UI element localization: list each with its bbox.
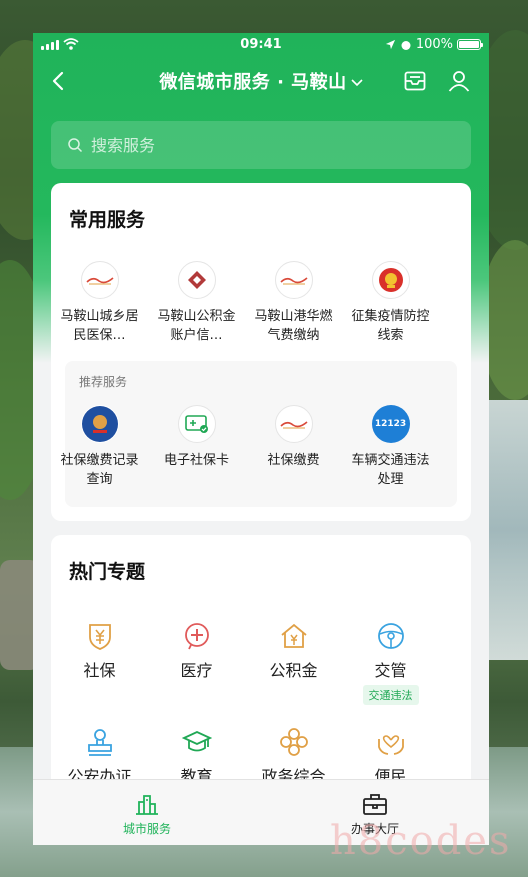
search-bar[interactable] — [51, 121, 471, 169]
topic-police-certificates[interactable]: 公安办证 — [51, 727, 148, 787]
graduation-cap-icon — [181, 731, 212, 752]
recommended-services: 推荐服务 社保缴费记录查询 电子社保卡 社保缴费 12123 车辆交通违法处理 — [60, 361, 457, 507]
service-gas-payment[interactable]: 马鞍山港华燃气费缴纳 — [245, 261, 342, 345]
section-title-hot: 热门专题 — [69, 561, 146, 583]
ma-anshan-logo-icon — [274, 405, 313, 443]
tax-bureau-icon — [80, 405, 119, 443]
topic-traffic[interactable]: 交管 交通违法 — [342, 621, 439, 705]
traffic-12123-icon: 12123 — [371, 405, 410, 443]
service-social-security-records[interactable]: 社保缴费记录查询 — [51, 405, 148, 489]
topic-government-affairs[interactable]: 政务综合 — [245, 727, 342, 787]
topic-convenience[interactable]: 便民 — [342, 727, 439, 787]
topic-medical[interactable]: 医疗 — [148, 621, 245, 705]
battery-icon — [457, 39, 483, 50]
tab-city-services[interactable]: 城市服务 — [33, 780, 261, 845]
location-arrow-icon — [385, 39, 395, 50]
navigation-bar: 微信城市服务 · 马鞍山 — [33, 59, 489, 103]
service-epidemic-tips[interactable]: 征集疫情防控线索 — [342, 261, 439, 345]
topic-housing-fund[interactable]: 公积金 — [245, 621, 342, 705]
battery-percent: 100% — [415, 37, 453, 52]
topic-education[interactable]: 教育 — [148, 727, 245, 787]
housing-fund-logo-icon — [177, 261, 216, 299]
status-bar: 09:41 100% — [33, 33, 489, 57]
service-traffic-violation[interactable]: 12123 车辆交通违法处理 — [342, 405, 439, 489]
common-services-card: 常用服务 马鞍山城乡居民医保… 马鞍山公积金账户信… 马鞍山港华燃气费缴纳 征集… — [51, 183, 471, 521]
social-security-icon — [88, 624, 111, 650]
city-selector[interactable]: 微信城市服务 · 马鞍山 — [143, 68, 379, 94]
stamp-icon — [87, 729, 112, 756]
hands-heart-icon — [377, 735, 404, 755]
inbox-icon[interactable] — [403, 69, 427, 93]
briefcase-icon — [363, 794, 387, 815]
service-housing-fund-account[interactable]: 马鞍山公积金账户信… — [148, 261, 245, 345]
search-icon — [68, 138, 83, 153]
chevron-down-icon — [351, 79, 363, 87]
traffic-violation-tag[interactable]: 交通违法 — [362, 685, 419, 705]
topic-social-security[interactable]: 社保 — [51, 621, 148, 705]
national-emblem-icon — [371, 261, 410, 299]
ma-anshan-logo-icon — [274, 261, 313, 299]
page-title: 微信城市服务 · 马鞍山 — [159, 72, 347, 93]
medical-icon — [184, 623, 209, 650]
ma-anshan-logo-icon — [80, 261, 119, 299]
city-icon — [136, 795, 158, 815]
service-medical-insurance[interactable]: 马鞍山城乡居民医保… — [51, 261, 148, 345]
housing-icon — [280, 623, 307, 648]
user-icon[interactable] — [447, 69, 471, 93]
watermark: h8codes — [330, 818, 512, 864]
recommended-title: 推荐服务 — [79, 375, 128, 389]
steering-wheel-icon — [377, 623, 404, 649]
section-title-common: 常用服务 — [69, 209, 146, 231]
tab-label-city: 城市服务 — [122, 822, 171, 836]
back-arrow-icon[interactable] — [47, 69, 71, 93]
service-e-social-card[interactable]: 电子社保卡 — [148, 405, 245, 489]
social-card-icon — [177, 405, 216, 443]
service-social-security-payment[interactable]: 社保缴费 — [245, 405, 342, 489]
search-input[interactable] — [91, 135, 391, 155]
alarm-icon — [401, 40, 411, 50]
government-icon — [279, 728, 308, 756]
phone-screen: 09:41 100% 微信城市服务 · 马鞍山 搜索服务 常用服务 马鞍山城乡居… — [33, 33, 489, 845]
